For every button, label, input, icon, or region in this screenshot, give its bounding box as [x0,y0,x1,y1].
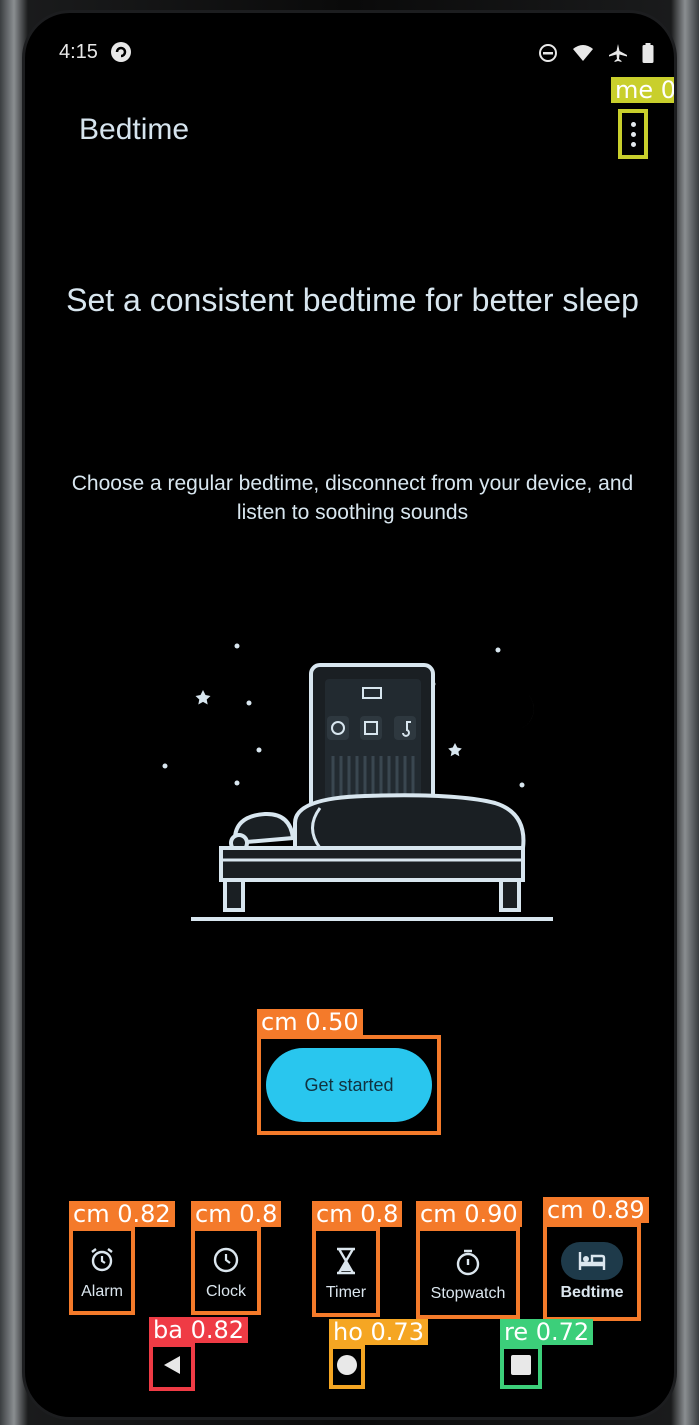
detection-label-home: ho 0.73 [329,1319,428,1345]
nav-label-timer: Timer [325,1284,367,1301]
detection-label-bedtime: cm 0.89 [543,1197,649,1223]
status-icons [538,43,654,63]
nav-item-clock[interactable]: Clock [191,1227,261,1315]
status-bar: 4:15 [25,39,674,69]
screen: 4:15 Bedtime me 0 Set a consistent bedti… [22,10,677,1420]
nav-label-alarm: Alarm [81,1283,123,1300]
clock-icon [195,1241,257,1279]
page-title: Bedtime [79,113,190,146]
detection-label-back: ba 0.82 [149,1317,249,1343]
recents-square-icon [510,1354,532,1380]
bottom-navigation: cm 0.82 cm 0.8 cm 0.8 cm 0.90 cm 0.89 Al… [25,1197,674,1321]
bed-and-phone-illustration [162,643,553,921]
back-triangle-icon [161,1354,183,1380]
nav-item-timer[interactable]: Timer [312,1227,380,1317]
more-options-button[interactable] [618,109,648,159]
detection-label-cta: cm 0.50 [257,1009,363,1035]
status-time: 4:15 [59,41,98,63]
get-started-button[interactable]: Get started [266,1048,432,1122]
battery-icon [642,43,654,63]
bedtime-illustration [155,638,575,958]
app-bar: Bedtime [25,105,674,165]
nav-label-stopwatch: Stopwatch [430,1285,506,1302]
nav-label-bedtime: Bedtime [560,1284,624,1301]
subtext: Choose a regular bedtime, disconnect fro… [71,472,634,524]
nav-label-clock: Clock [205,1283,246,1300]
detection-label-menu: me 0 [610,77,674,103]
detection-label-alarm: cm 0.82 [69,1201,175,1227]
overflow-dot [630,121,636,127]
stopwatch-icon [437,1243,499,1281]
overflow-dot [630,131,636,137]
detection-label-stopwatch: cm 0.90 [416,1201,522,1227]
system-navigation-bar: ba 0.82 ho 0.73 re 0.72 [25,1317,674,1391]
bed-icon [561,1242,623,1280]
home-circle-icon [336,1354,358,1380]
nav-item-stopwatch[interactable]: Stopwatch [416,1227,520,1319]
wifi-icon [572,44,594,62]
detection-label-clock: cm 0.8 [191,1201,282,1227]
headline: Set a consistent bedtime for better slee… [66,282,639,318]
nav-item-alarm[interactable]: Alarm [69,1227,135,1315]
recents-button[interactable] [500,1345,542,1389]
cta-detection-box: Get started [257,1035,441,1135]
home-button[interactable] [329,1345,365,1389]
detection-label-timer: cm 0.8 [312,1201,403,1227]
alarm-clock-icon [71,1241,133,1279]
back-button[interactable] [149,1343,195,1391]
do-not-disturb-icon [538,43,558,63]
detection-label-recents: re 0.72 [500,1319,594,1345]
hourglass-icon [315,1242,377,1280]
app-notification-icon [110,41,132,63]
airplane-mode-icon [608,43,628,63]
nav-item-bedtime[interactable]: Bedtime [543,1223,641,1321]
overflow-dot [630,141,636,147]
